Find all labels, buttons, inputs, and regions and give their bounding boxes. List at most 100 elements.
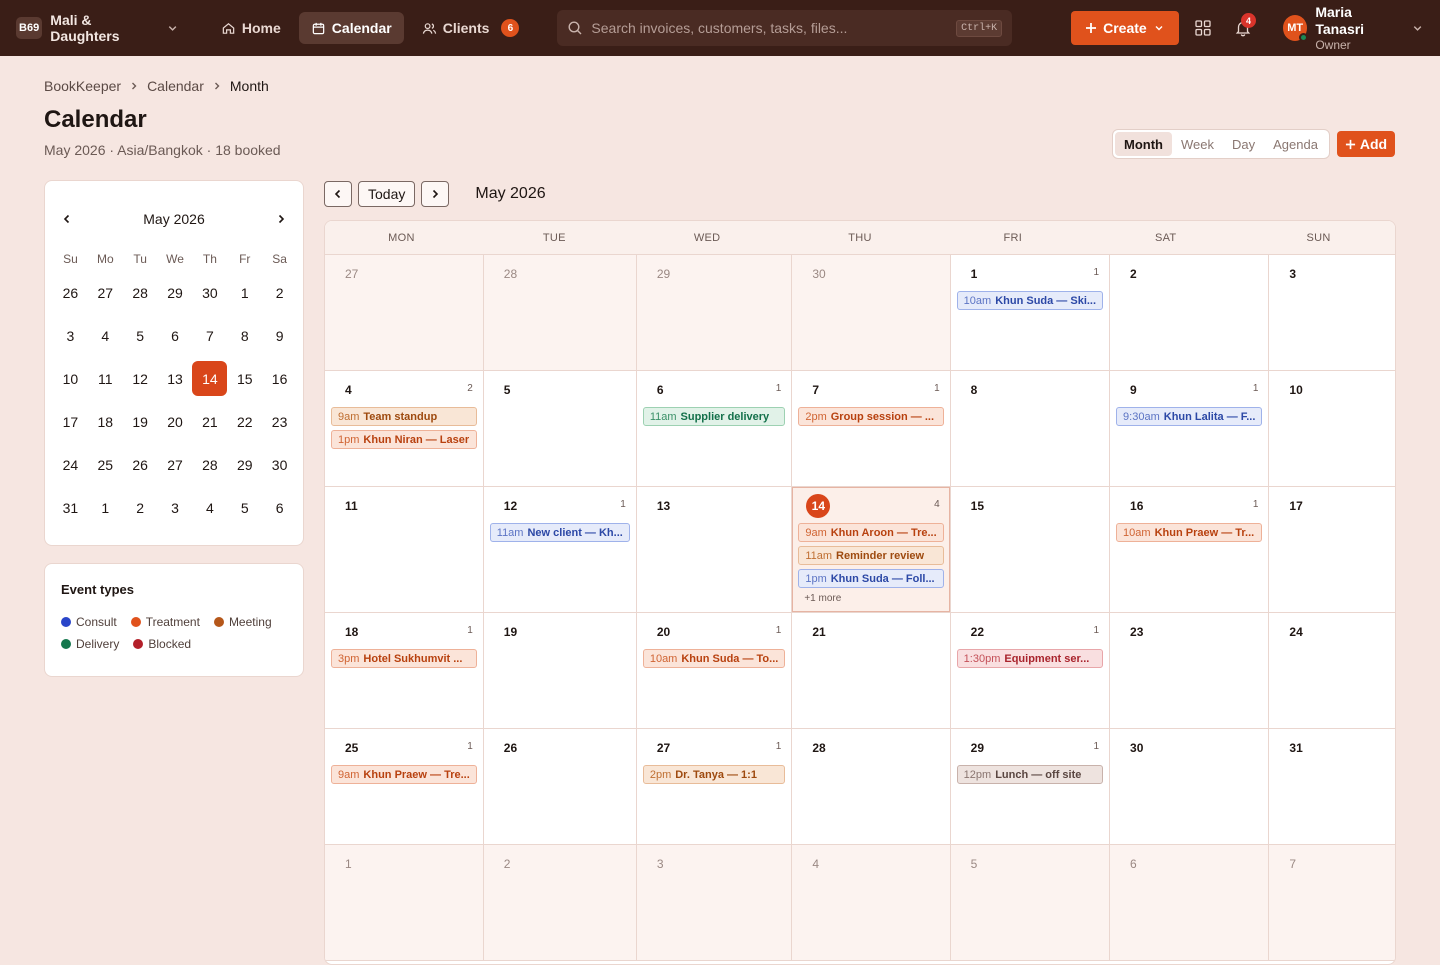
day-cell[interactable]: 1 1 10am Khun Suda — Ski... — [950, 255, 1111, 371]
day-cell[interactable]: 31 — [1269, 729, 1395, 845]
next-month-button[interactable] — [421, 181, 450, 207]
mini-calendar-day[interactable]: 10 — [53, 357, 88, 400]
day-cell[interactable]: 10 — [1269, 371, 1395, 487]
mini-calendar-day[interactable]: 11 — [88, 357, 123, 400]
mini-calendar-day[interactable]: 7 — [192, 314, 227, 357]
mini-calendar-day[interactable]: 4 — [88, 314, 123, 357]
day-cell[interactable]: 21 — [792, 613, 951, 729]
day-cell[interactable]: 4 — [792, 845, 951, 961]
day-cell[interactable]: 22 1 1:30pm Equipment ser... — [950, 613, 1111, 729]
event-chip-misc[interactable]: 12pm Lunch — off site — [956, 765, 1104, 784]
day-cell[interactable]: 23 — [1110, 613, 1270, 729]
day-cell[interactable]: 30 — [792, 255, 951, 371]
day-cell[interactable]: 19 — [483, 613, 637, 729]
notifications-button[interactable]: 4 — [1227, 11, 1259, 45]
day-cell[interactable]: 11 — [325, 487, 484, 613]
mini-calendar-day[interactable]: 17 — [53, 400, 88, 443]
mini-calendar-day[interactable]: 31 — [53, 486, 88, 529]
mini-calendar-day[interactable]: 15 — [227, 357, 262, 400]
day-cell[interactable]: 18 1 3pm Hotel Sukhumvit ... — [325, 613, 484, 729]
mini-calendar-day[interactable]: 28 — [192, 443, 227, 486]
event-chip-treatment[interactable]: 10am Khun Praew — Tr... — [1116, 523, 1263, 542]
mini-calendar-day[interactable]: 19 — [123, 400, 158, 443]
day-cell-today[interactable]: 14 4 9am Khun Aroon — Tre... 11am Reminder re… — [792, 487, 951, 613]
mini-calendar-day[interactable]: 14 — [192, 357, 228, 400]
org-switcher[interactable]: B69 Mali & Daughters — [16, 12, 179, 44]
day-cell[interactable]: 4 2 9am Team standup 1pm Khun Niran — Laser — [325, 371, 484, 487]
view-agenda-tab[interactable]: Agenda — [1264, 132, 1327, 156]
search-input[interactable] — [591, 20, 949, 36]
mini-calendar-day[interactable]: 4 — [192, 486, 227, 529]
mini-calendar-day[interactable]: 28 — [123, 271, 158, 314]
day-cell[interactable]: 20 1 10am Khun Suda — To... — [636, 613, 793, 729]
mini-calendar-day[interactable]: 27 — [88, 271, 123, 314]
add-event-button[interactable]: Add — [1337, 131, 1395, 157]
day-cell[interactable]: 27 1 2pm Dr. Tanya — 1:1 — [636, 729, 793, 845]
day-cell[interactable]: 8 — [950, 371, 1111, 487]
day-cell[interactable]: 28 — [792, 729, 951, 845]
more-events-link[interactable]: +1 more — [798, 593, 943, 604]
prev-month-button[interactable] — [324, 181, 352, 207]
mini-calendar-day[interactable]: 22 — [227, 400, 262, 443]
mini-calendar-day[interactable]: 16 — [262, 357, 297, 400]
day-cell[interactable]: 7 — [1269, 845, 1395, 961]
mini-calendar-day[interactable]: 5 — [227, 486, 262, 529]
nav-clients[interactable]: Clients 6 — [410, 12, 532, 44]
mini-calendar-day[interactable]: 26 — [123, 443, 158, 486]
event-chip-treatment[interactable]: 10am Khun Suda — To... — [642, 649, 786, 668]
mini-calendar-day[interactable]: 3 — [158, 486, 193, 529]
mini-calendar-day[interactable]: 18 — [88, 400, 123, 443]
day-cell[interactable]: 29 — [636, 255, 793, 371]
day-cell[interactable]: 29 1 12pm Lunch — off site — [950, 729, 1111, 845]
day-cell[interactable]: 3 — [1269, 255, 1395, 371]
event-chip-blocked[interactable]: 1:30pm Equipment ser... — [956, 649, 1104, 668]
day-cell[interactable]: 9 1 9:30am Khun Lalita — F... — [1110, 371, 1270, 487]
event-chip-delivery[interactable]: 11am Supplier delivery — [642, 407, 786, 426]
day-cell[interactable]: 2 — [483, 845, 637, 961]
event-chip-meeting[interactable]: 9am Team standup — [331, 407, 477, 426]
mini-calendar-day[interactable]: 13 — [158, 357, 193, 400]
day-cell[interactable]: 7 1 2pm Group session — ... — [792, 371, 951, 487]
apps-button[interactable] — [1187, 11, 1219, 45]
breadcrumb-calendar[interactable]: Calendar — [147, 78, 204, 94]
day-cell[interactable]: 30 — [1110, 729, 1270, 845]
mini-calendar-day[interactable]: 21 — [192, 400, 227, 443]
mini-calendar-day[interactable]: 12 — [123, 357, 158, 400]
day-cell[interactable]: 13 — [636, 487, 793, 613]
breadcrumb-bookkeeper[interactable]: BookKeeper — [44, 78, 121, 94]
mini-calendar-day[interactable]: 1 — [227, 271, 262, 314]
day-cell[interactable]: 6 — [1110, 845, 1270, 961]
mini-calendar-day[interactable]: 30 — [192, 271, 227, 314]
create-button[interactable]: Create — [1071, 11, 1179, 45]
day-cell[interactable]: 5 — [950, 845, 1111, 961]
mini-calendar-day[interactable]: 29 — [158, 271, 193, 314]
day-cell[interactable]: 27 — [325, 255, 484, 371]
event-chip-consult[interactable]: 11am New client — Kh... — [489, 523, 630, 542]
today-button[interactable]: Today — [358, 181, 416, 207]
day-cell[interactable]: 5 — [483, 371, 637, 487]
event-chip-treatment[interactable]: 9am Khun Praew — Tre... — [331, 765, 477, 784]
mini-calendar-day[interactable]: 23 — [262, 400, 297, 443]
event-chip-treatment[interactable]: 1pm Khun Niran — Laser — [331, 430, 477, 449]
nav-calendar[interactable]: Calendar — [298, 12, 404, 44]
view-day-tab[interactable]: Day — [1223, 132, 1264, 156]
day-cell[interactable]: 28 — [483, 255, 637, 371]
day-cell[interactable]: 2 — [1110, 255, 1270, 371]
day-cell[interactable]: 25 1 9am Khun Praew — Tre... — [325, 729, 484, 845]
event-chip-treatment[interactable]: 2pm Group session — ... — [798, 407, 944, 426]
event-chip-treatment[interactable]: 9am Khun Aroon — Tre... — [798, 523, 944, 542]
mini-calendar-day[interactable]: 24 — [53, 443, 88, 486]
mini-calendar-day[interactable]: 1 — [88, 486, 123, 529]
mini-calendar-day[interactable]: 27 — [158, 443, 193, 486]
mini-calendar-day[interactable]: 6 — [158, 314, 193, 357]
mini-calendar-day[interactable]: 20 — [158, 400, 193, 443]
view-month-tab[interactable]: Month — [1115, 132, 1172, 156]
nav-home[interactable]: Home — [209, 12, 293, 44]
day-cell[interactable]: 1 — [325, 845, 484, 961]
day-cell[interactable]: 16 1 10am Khun Praew — Tr... — [1110, 487, 1270, 613]
event-chip-consult[interactable]: 9:30am Khun Lalita — F... — [1116, 407, 1263, 426]
mini-calendar-day[interactable]: 26 — [53, 271, 88, 314]
day-cell[interactable]: 17 — [1269, 487, 1395, 613]
mini-calendar-day[interactable]: 2 — [123, 486, 158, 529]
event-chip-meeting[interactable]: 11am Reminder review — [798, 546, 944, 565]
